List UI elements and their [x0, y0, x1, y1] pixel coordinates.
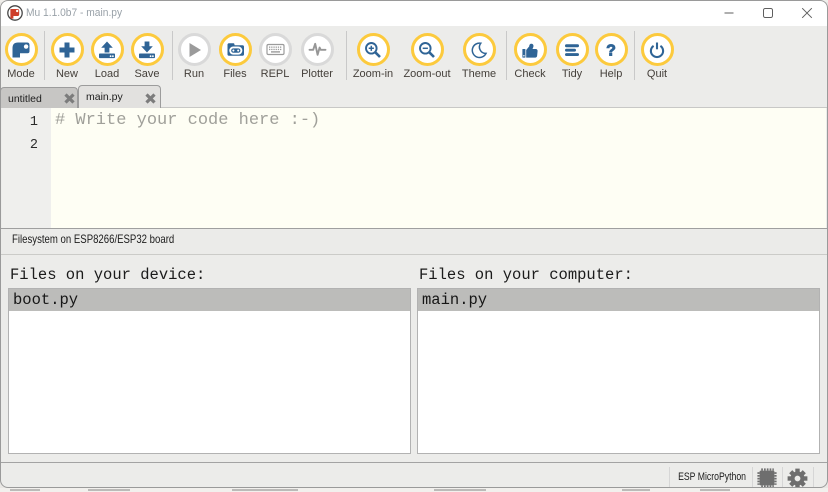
svg-text:?: ?	[606, 42, 616, 59]
